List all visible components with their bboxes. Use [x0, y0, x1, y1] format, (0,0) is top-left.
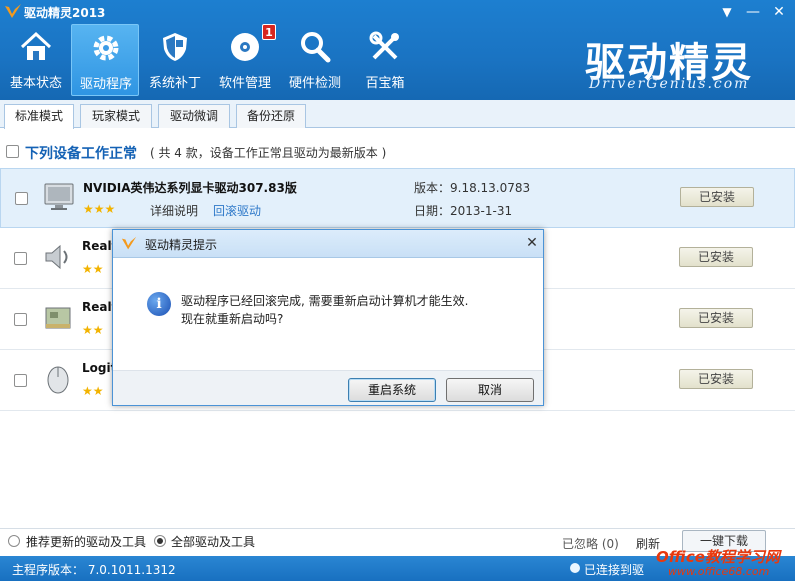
- driver-date: 日期：2013-1-31: [414, 204, 513, 218]
- nav-label: 基本状态: [9, 76, 62, 91]
- info-icon: i: [147, 292, 171, 316]
- ignored-count-link[interactable]: 已忽略 (0): [562, 535, 619, 552]
- nav-label: 百宝箱: [365, 76, 405, 91]
- menu-icon[interactable]: ▼: [716, 2, 738, 22]
- title-bar: 驱动精灵2013 ▼ — ✕: [0, 0, 795, 24]
- dialog-title-bar: 驱动精灵提示 ✕: [113, 230, 543, 258]
- recommended-label[interactable]: 推荐更新的驱动及工具: [26, 533, 146, 550]
- device-section-header: 下列设备工作正常 ( 共 4 款，设备工作正常且驱动为最新版本 ): [0, 140, 795, 164]
- connection-status: 已连接到驱: [584, 563, 645, 577]
- home-icon: [20, 31, 52, 60]
- app-logo-icon: [121, 236, 137, 250]
- tab-backup-restore[interactable]: 备份还原: [236, 104, 306, 128]
- rollback-link[interactable]: 回滚驱动: [213, 202, 261, 219]
- restart-system-button[interactable]: 重启系统: [348, 378, 436, 402]
- gear-icon: [93, 35, 119, 61]
- cancel-button[interactable]: 取消: [446, 378, 534, 402]
- all-drivers-radio[interactable]: [154, 535, 166, 547]
- rating-stars: ★★: [82, 384, 104, 398]
- brand-name-en: DriverGenius.com: [589, 76, 750, 92]
- nav-item-drivers[interactable]: 驱动程序: [71, 24, 139, 96]
- section-subtitle: ( 共 4 款，设备工作正常且驱动为最新版本 ): [150, 146, 387, 160]
- device-checkbox[interactable]: [14, 313, 27, 326]
- monitor-icon: [44, 183, 74, 210]
- device-checkbox[interactable]: [14, 252, 27, 265]
- section-title: 下列设备工作正常: [25, 146, 137, 162]
- window-title: 驱动精灵2013: [24, 6, 106, 20]
- driver-version: 版本：9.18.13.0783: [414, 181, 531, 195]
- rating-stars: ★★: [82, 323, 104, 337]
- nav-label: 软件管理: [218, 76, 271, 91]
- dialog-question: 现在就重新启动吗?: [181, 312, 284, 326]
- nav-label: 驱动程序: [79, 77, 132, 92]
- network-card-icon: [45, 307, 71, 329]
- brand-logo: 驱动精灵 DriverGenius.com: [585, 30, 765, 94]
- device-checkbox[interactable]: [15, 192, 28, 205]
- rating-stars: ★★★: [83, 202, 116, 216]
- tools-icon: [369, 31, 399, 60]
- software-update-badge: 1: [262, 24, 276, 40]
- nav-label: 系统补丁: [148, 76, 201, 91]
- magnifier-icon: [301, 32, 331, 63]
- select-all-checkbox[interactable]: [6, 145, 19, 158]
- app-logo-icon: [5, 4, 21, 18]
- speaker-icon: [45, 244, 68, 270]
- nav-label: 硬件检测: [288, 76, 341, 91]
- mouse-icon: [47, 366, 69, 394]
- nav-item-toolbox[interactable]: 百宝箱: [351, 24, 419, 96]
- nav-item-hardware[interactable]: 硬件检测: [281, 24, 349, 96]
- mode-tabs: 标准模式 玩家模式 驱动微调 备份还原: [0, 100, 795, 129]
- watermark: Office教程学习网: [656, 548, 780, 566]
- app-header: 驱动精灵2013 ▼ — ✕ 基本状态 驱动程序 系统补丁 软件管理 硬件检测 …: [0, 0, 795, 100]
- restart-prompt-dialog: 驱动精灵提示 ✕ i 驱动程序已经回滚完成, 需要重新启动计算机才能生效. 现在…: [112, 229, 544, 406]
- installed-button[interactable]: 已安装: [680, 187, 754, 207]
- tab-driver-tuning[interactable]: 驱动微调: [158, 104, 230, 128]
- connection-status-icon: [570, 563, 580, 573]
- device-checkbox[interactable]: [14, 374, 27, 387]
- dialog-footer: 重启系统 取消: [113, 370, 543, 405]
- minimize-button[interactable]: —: [742, 2, 764, 22]
- detail-link[interactable]: 详细说明: [150, 202, 198, 219]
- tab-player-mode[interactable]: 玩家模式: [80, 104, 152, 128]
- dialog-close-icon[interactable]: ✕: [524, 234, 540, 252]
- recommended-radio[interactable]: [8, 535, 20, 547]
- installed-button[interactable]: 已安装: [679, 308, 753, 328]
- program-version: 主程序版本： 7.0.1011.1312: [12, 563, 176, 577]
- device-name: NVIDIA英伟达系列显卡驱动307.83版: [83, 181, 297, 195]
- all-drivers-label[interactable]: 全部驱动及工具: [171, 533, 255, 550]
- shield-icon: [163, 33, 187, 61]
- nav-item-basic-status[interactable]: 基本状态: [2, 24, 70, 96]
- watermark-url: www.office68.com: [668, 565, 770, 578]
- rating-stars: ★★: [82, 262, 104, 276]
- close-window-button[interactable]: ✕: [768, 2, 790, 22]
- dialog-message: 驱动程序已经回滚完成, 需要重新启动计算机才能生效.: [181, 294, 469, 308]
- device-row[interactable]: NVIDIA英伟达系列显卡驱动307.83版 ★★★ 详细说明 回滚驱动 版本：…: [0, 168, 795, 228]
- installed-button[interactable]: 已安装: [679, 369, 753, 389]
- disc-icon: [231, 33, 259, 61]
- nav-item-patches[interactable]: 系统补丁: [141, 24, 209, 96]
- dialog-title: 驱动精灵提示: [145, 238, 218, 252]
- installed-button[interactable]: 已安装: [679, 247, 753, 267]
- tab-standard-mode[interactable]: 标准模式: [4, 104, 74, 129]
